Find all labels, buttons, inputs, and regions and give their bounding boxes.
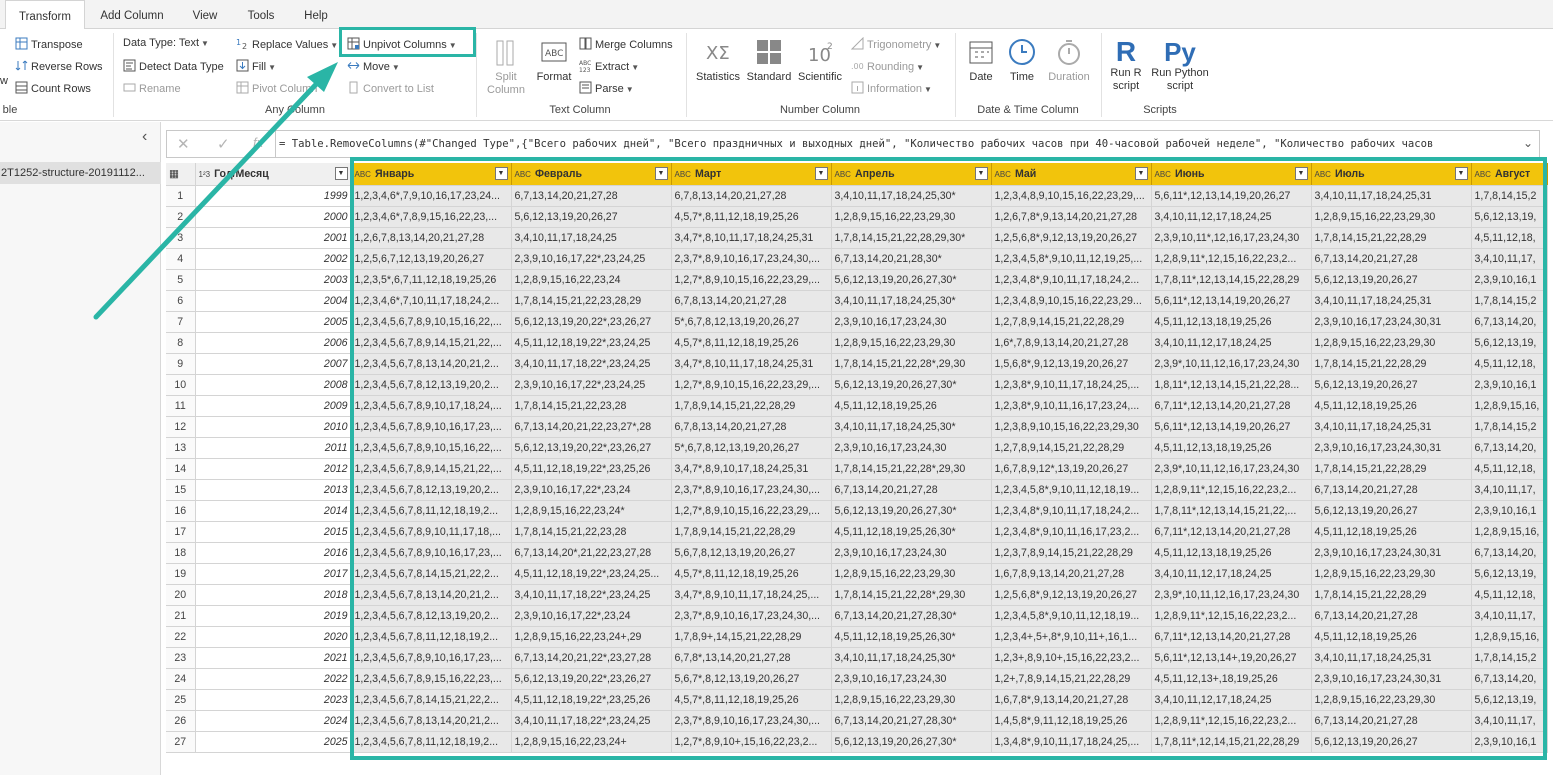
annotation-arrow <box>93 62 338 320</box>
